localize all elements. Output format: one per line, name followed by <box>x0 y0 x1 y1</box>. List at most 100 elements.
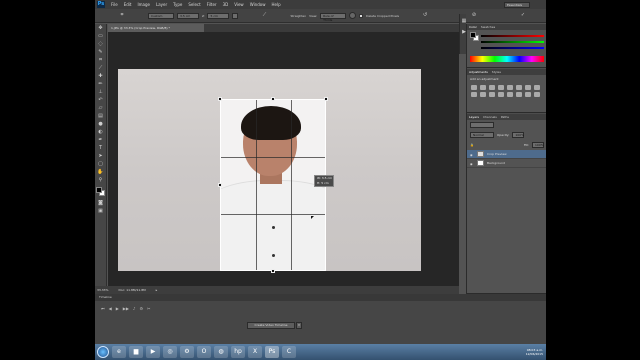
pen-tool-icon[interactable]: ✒ <box>97 137 105 144</box>
gradient-tool-icon[interactable]: ▤ <box>97 113 105 120</box>
zoom-level[interactable]: 33.33% <box>97 288 108 292</box>
menu-window[interactable]: Window <box>250 2 266 7</box>
layer-row[interactable]: ◉ Crop Preview <box>467 150 546 159</box>
commit-icon[interactable]: ✓ <box>519 12 527 19</box>
media-icon[interactable]: ▶ <box>146 346 160 358</box>
timeline-tab[interactable]: Timeline <box>95 294 546 301</box>
shape-tool-icon[interactable]: ▢ <box>97 161 105 168</box>
menu-layer[interactable]: Layer <box>156 2 167 7</box>
crop-tool-icon[interactable]: ⌗ <box>97 57 105 64</box>
chrome-icon[interactable]: ◎ <box>163 346 177 358</box>
timeline-dropdown-arrow[interactable]: ▾ <box>296 322 302 329</box>
firefox-icon[interactable]: ◍ <box>214 346 228 358</box>
transition-icon[interactable]: ✂ <box>147 306 150 311</box>
straighten-icon[interactable]: ⟋ <box>260 12 268 19</box>
crop-handle[interactable] <box>324 97 328 101</box>
color-balance-icon[interactable] <box>525 85 531 90</box>
color-spectrum[interactable] <box>470 56 544 62</box>
type-tool-icon[interactable]: T <box>97 145 105 152</box>
move-tool-icon[interactable]: ✥ <box>97 25 105 32</box>
ie-icon[interactable]: e <box>112 346 126 358</box>
status-arrow-icon[interactable]: ▸ <box>156 288 158 292</box>
exposure-icon[interactable] <box>498 85 504 90</box>
cancel-icon[interactable]: ⊘ <box>470 12 478 19</box>
height-field[interactable]: 5 cm <box>207 12 230 19</box>
color-swatches[interactable] <box>95 187 106 197</box>
fill-field[interactable]: 100% <box>532 142 544 148</box>
vibrance-icon[interactable] <box>507 85 513 90</box>
menu-type[interactable]: Type <box>173 2 182 7</box>
layer-row[interactable]: ◉ Background <box>467 159 546 168</box>
menu-file[interactable]: File <box>111 2 118 7</box>
color-preview[interactable] <box>470 32 479 41</box>
layer-kind-filter[interactable] <box>470 122 494 128</box>
color-lookup-icon[interactable] <box>489 92 495 97</box>
start-button[interactable] <box>97 346 109 358</box>
foreground-color-swatch[interactable] <box>95 187 102 193</box>
folder-icon[interactable]: ▆ <box>129 346 143 358</box>
blend-mode-select[interactable]: Normal <box>470 132 494 138</box>
camtasia-icon[interactable]: C <box>282 346 296 358</box>
blue-slider[interactable] <box>481 47 544 49</box>
selective-color-icon[interactable] <box>534 92 540 97</box>
dodge-tool-icon[interactable]: ◐ <box>97 129 105 136</box>
stamp-tool-icon[interactable]: ⊥ <box>97 89 105 96</box>
lock-icon[interactable]: 🔒 <box>470 143 474 147</box>
system-tray[interactable]: 08:03 a.m. 12/06/2015 <box>526 348 546 356</box>
crop-handle[interactable] <box>271 269 275 273</box>
clear-button[interactable] <box>232 12 239 19</box>
tab-color[interactable]: Color <box>469 24 477 30</box>
posterize-icon[interactable] <box>507 92 513 97</box>
width-field[interactable]: 3.5 cm <box>176 12 199 19</box>
quick-select-tool-icon[interactable]: ✎ <box>97 49 105 56</box>
tab-layers[interactable]: Layers <box>469 114 479 120</box>
black-white-icon[interactable] <box>534 85 540 90</box>
photo-filter-icon[interactable] <box>471 92 477 97</box>
gradient-map-icon[interactable] <box>525 92 531 97</box>
workspace-select[interactable]: Essentials <box>504 2 530 8</box>
canvas-area[interactable]: W: 3.5 cm H: 5 cm <box>108 32 459 286</box>
brightness-icon[interactable] <box>471 85 477 90</box>
tab-swatches[interactable]: Swatches <box>481 24 495 30</box>
curves-icon[interactable] <box>489 85 495 90</box>
hp-icon[interactable]: hp <box>231 346 245 358</box>
tab-styles[interactable]: Styles <box>492 69 501 75</box>
red-slider[interactable] <box>481 35 544 37</box>
audio-icon[interactable]: ♪ <box>133 306 136 311</box>
ratio-select[interactable]: Custom <box>147 12 174 19</box>
photoshop-icon[interactable]: Ps <box>265 346 279 358</box>
swap-icon[interactable]: ⇄ <box>202 14 205 18</box>
green-slider[interactable] <box>481 41 544 43</box>
reset-icon[interactable]: ↺ <box>421 12 429 19</box>
crop-handle[interactable] <box>218 97 222 101</box>
history-brush-icon[interactable]: ↶ <box>97 97 105 104</box>
next-frame-icon[interactable]: ▶▶ <box>123 306 129 311</box>
crop-tool-icon[interactable]: ⌗ <box>118 12 126 19</box>
healing-tool-icon[interactable]: ✚ <box>97 73 105 80</box>
tab-paths[interactable]: Paths <box>501 114 509 120</box>
settings-gear-icon[interactable] <box>349 12 357 19</box>
menu-3d[interactable]: 3D <box>223 2 229 7</box>
invert-icon[interactable] <box>498 92 504 97</box>
opera-icon[interactable]: O <box>197 346 211 358</box>
first-frame-icon[interactable]: ⏮ <box>101 306 105 311</box>
screen-mode-icon[interactable]: ▣ <box>97 208 105 215</box>
tab-adjustments[interactable]: Adjustments <box>469 69 488 75</box>
document-tab[interactable]: 1.JPG @ 33.3% (Crop Preview, RGB/8) * <box>108 24 204 32</box>
hand-tool-icon[interactable]: ✋ <box>97 169 105 176</box>
excel-icon[interactable]: X <box>248 346 262 358</box>
play-icon[interactable]: ▶ <box>116 306 119 311</box>
menu-select[interactable]: Select <box>188 2 200 7</box>
menu-filter[interactable]: Filter <box>207 2 217 7</box>
threshold-icon[interactable] <box>516 92 522 97</box>
path-select-tool-icon[interactable]: ➤ <box>97 153 105 160</box>
levels-icon[interactable] <box>480 85 486 90</box>
menu-image[interactable]: Image <box>137 2 150 7</box>
blur-tool-icon[interactable]: ● <box>97 121 105 128</box>
view-select[interactable]: Rule of Thirds <box>320 12 347 22</box>
zoom-tool-icon[interactable]: ⚲ <box>97 177 105 184</box>
prev-frame-icon[interactable]: ◀ <box>109 306 112 311</box>
create-video-timeline-button[interactable]: Create Video Timeline <box>247 322 295 329</box>
opacity-field[interactable]: 100% <box>512 132 525 138</box>
hue-saturation-icon[interactable] <box>516 85 522 90</box>
